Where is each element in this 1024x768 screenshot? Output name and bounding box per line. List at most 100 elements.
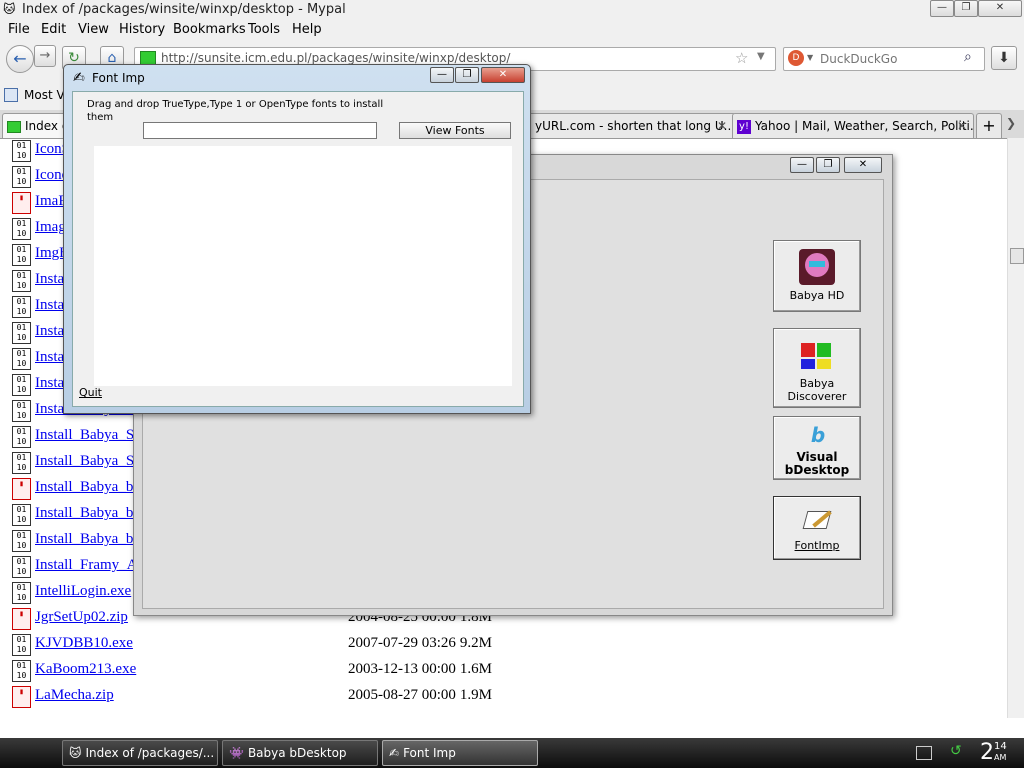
binary-file-icon: 01 10 [12, 348, 31, 370]
font-drop-area[interactable] [94, 146, 512, 386]
bookmark-star-icon[interactable]: ☆ [735, 49, 748, 67]
browser-titlebar[interactable]: 🐱 Index of /packages/winsite/winxp/deskt… [0, 0, 1024, 20]
binary-file-icon: 01 10 [12, 452, 31, 474]
maximize-button[interactable]: ❐ [954, 0, 978, 17]
babya-discoverer-icon [799, 337, 835, 373]
binary-file-icon: 01 10 [12, 218, 31, 240]
scrollbar-thumb[interactable] [1010, 248, 1024, 264]
clock-minutes: 14 [994, 741, 1007, 752]
tab-label: Yahoo | Mail, Weather, Search, Politi... [755, 119, 974, 133]
zip-file-icon: ▮ [12, 608, 31, 630]
tab-scroll-right-icon[interactable]: ❯ [1006, 116, 1016, 130]
network-icon[interactable] [916, 746, 932, 760]
taskbar-item-fontimp[interactable]: ✍ Font Imp [382, 740, 538, 766]
new-tab-button[interactable]: + [976, 113, 1002, 138]
fontimp-close-button[interactable]: ✕ [481, 67, 525, 83]
fontimp-client-area: Drag and drop TrueType,Type 1 or OpenTyp… [72, 91, 524, 407]
file-link[interactable]: Install_Babya_bS [35, 505, 142, 522]
view-fonts-button[interactable]: View Fonts [399, 122, 511, 139]
quit-button[interactable]: Quit [79, 386, 102, 399]
file-date: 2005-08-27 00:00 [348, 687, 456, 703]
search-input[interactable] [818, 50, 962, 68]
taskbar-item-browser[interactable]: 🐱 Index of /packages/... [62, 740, 218, 766]
file-link[interactable]: IntelliLogin.exe [35, 583, 131, 600]
search-engine-dropdown-icon[interactable]: ▼ [807, 53, 813, 62]
url-dropdown-icon[interactable]: ▼ [757, 51, 765, 62]
bdesktop-icon: 👾 [229, 746, 244, 760]
mypal-logo-icon: 🐱 [69, 746, 82, 760]
search-bar[interactable]: D ▼ ⌕ [783, 47, 985, 71]
list-item: 01 10 KaBoom213.exe 2003-12-13 00:00 1.6M [0, 658, 1000, 684]
bdesktop-minimize-button[interactable]: — [790, 157, 814, 173]
fontimp-pencil-icon: ✍ [73, 70, 85, 86]
most-visited-bookmark[interactable]: Most Vi [24, 88, 68, 102]
binary-file-icon: 01 10 [12, 426, 31, 448]
tab-label: yURL.com - shorten that long U... [535, 119, 736, 133]
file-link[interactable]: Install_Babya_bS [35, 531, 142, 548]
file-size: 9.2M [459, 635, 493, 651]
zip-file-icon: ▮ [12, 686, 31, 708]
tab-close-icon[interactable]: ✕ [957, 114, 967, 138]
menu-edit[interactable]: Edit [41, 22, 66, 37]
zip-file-icon: ▮ [12, 478, 31, 500]
menu-help[interactable]: Help [292, 22, 322, 37]
tab-yahoo[interactable]: y! Yahoo | Mail, Weather, Search, Politi.… [732, 113, 974, 138]
fontimp-button[interactable]: FontImp [773, 496, 861, 560]
tray-app-icon[interactable]: ↺ [950, 743, 962, 759]
file-link[interactable]: LaMecha.zip [35, 687, 114, 704]
menu-tools[interactable]: Tools [248, 22, 280, 37]
menu-bookmarks[interactable]: Bookmarks [173, 22, 246, 37]
yahoo-favicon-icon: y! [737, 119, 751, 134]
binary-file-icon: 01 10 [12, 296, 31, 318]
back-arrow-icon: ← [13, 49, 27, 68]
file-link[interactable]: Install_Babya_Sy [35, 453, 142, 470]
binary-file-icon: 01 10 [12, 270, 31, 292]
list-item: 01 10 KJVDBB10.exe 2007-07-29 03:26 9.2M [0, 632, 1000, 658]
minimize-button[interactable]: — [930, 0, 954, 17]
menu-file[interactable]: File [8, 22, 30, 37]
binary-file-icon: 01 10 [12, 660, 31, 682]
file-link[interactable]: KaBoom213.exe [35, 661, 136, 678]
tab-shorten-url[interactable]: yURL.com - shorten that long U... ✕ [528, 113, 736, 138]
fontimp-maximize-button[interactable]: ❐ [455, 67, 479, 83]
babya-hd-button[interactable]: Babya HD [773, 240, 861, 312]
binary-file-icon: 01 10 [12, 322, 31, 344]
list-item: ▮ LaMecha.zip 2005-08-27 00:00 1.9M [0, 684, 1000, 710]
visual-bdesktop-button[interactable]: b Visual bDesktop [773, 416, 861, 480]
fontimp-title: Font Imp [92, 71, 145, 85]
menu-history[interactable]: History [119, 22, 165, 37]
clock-ampm: AM [994, 753, 1007, 762]
bdesktop-close-button[interactable]: ✕ [844, 157, 882, 173]
search-icon[interactable]: ⌕ [964, 49, 972, 65]
bdesktop-maximize-button[interactable]: ❐ [816, 157, 840, 173]
file-link[interactable]: KJVDBB10.exe [35, 635, 133, 652]
download-arrow-icon: ⬇ [998, 50, 1010, 66]
babya-hd-icon [799, 249, 835, 285]
file-link[interactable]: JgrSetUp02.zip [35, 609, 128, 626]
file-date-size: 2007-07-29 03:26 9.2M [348, 635, 492, 652]
fontimp-pencil-icon [801, 503, 833, 535]
close-button[interactable]: ✕ [978, 0, 1022, 17]
forward-button[interactable]: → [34, 45, 56, 67]
file-link[interactable]: Install_Babya_bC [35, 479, 143, 496]
back-button[interactable]: ← [6, 45, 34, 73]
downloads-button[interactable]: ⬇ [991, 46, 1017, 70]
taskbar-item-label: Babya bDesktop [247, 746, 347, 760]
binary-file-icon: 01 10 [12, 244, 31, 266]
fontimp-minimize-button[interactable]: — [430, 67, 454, 83]
font-path-input[interactable] [143, 122, 377, 139]
file-size: 1.6M [459, 661, 493, 677]
file-size: 1.9M [459, 687, 493, 703]
binary-file-icon: 01 10 [12, 556, 31, 578]
fontimp-window[interactable]: ✍ Font Imp — ❐ ✕ Drag and drop TrueType,… [63, 64, 531, 414]
page-scrollbar[interactable] [1007, 138, 1024, 718]
duckduckgo-icon: D [788, 50, 804, 66]
file-link[interactable]: Install_Framy_Ar [35, 557, 142, 574]
tab-close-icon[interactable]: ✕ [717, 114, 727, 138]
menu-view[interactable]: View [78, 22, 109, 37]
taskbar-item-bdesktop[interactable]: 👾 Babya bDesktop [222, 740, 378, 766]
binary-file-icon: 01 10 [12, 634, 31, 656]
file-link[interactable]: Install_Babya_Sy [35, 427, 142, 444]
babya-discoverer-button[interactable]: Babya Discoverer [773, 328, 861, 408]
fontimp-label: FontImp [794, 539, 840, 552]
